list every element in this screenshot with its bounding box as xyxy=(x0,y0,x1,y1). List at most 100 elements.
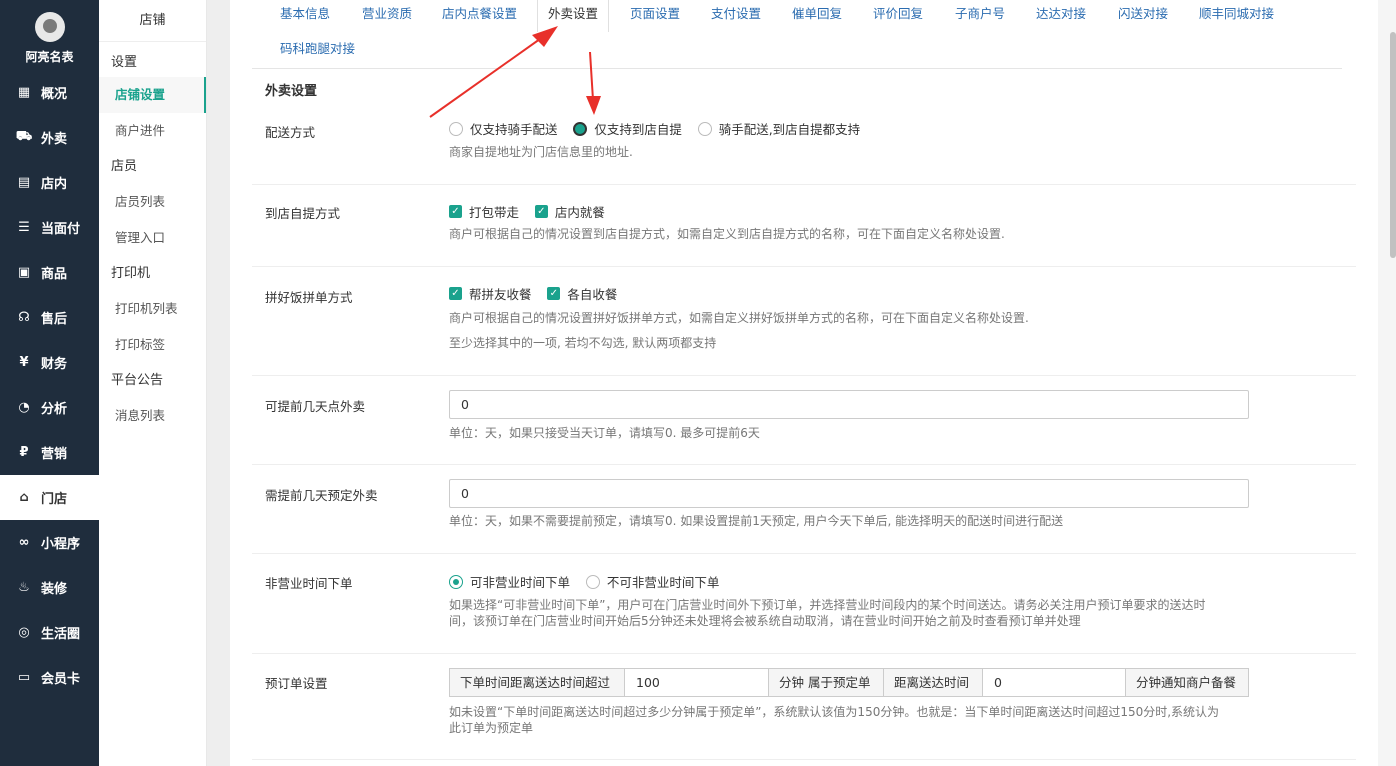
off-hours-label: 非营业时间下单 xyxy=(265,576,353,591)
radio-allow-off-hours[interactable]: 可非营业时间下单 xyxy=(449,572,570,591)
sidebar-item-finance[interactable]: ¥ 财务 xyxy=(0,340,99,385)
submenu-item-message-list[interactable]: 消息列表 xyxy=(99,398,206,434)
preorder-input-group: 下单时间距离送达时间超过 100 分钟 属于预定单 距离送达时间 0 分钟通知商… xyxy=(449,668,1249,697)
group-order-label: 拼好饭拼单方式 xyxy=(265,290,353,305)
submenu-item-print-label[interactable]: 打印标签 xyxy=(99,327,206,363)
sidebar-item-goods[interactable]: ▣ 商品 xyxy=(0,250,99,295)
sidebar-item-pay[interactable]: ☰ 当面付 xyxy=(0,205,99,250)
row-group-order: 拼好饭拼单方式 ✓ 帮拼友收餐 ✓ 各自收餐 商户可根据自己的情况设置拼好饭拼单方式… xyxy=(252,267,1356,376)
group-order-help: 商户可根据自己的情况设置拼好饭拼单方式，如需自定义拼好饭拼单方式的名称，可在下面… xyxy=(449,311,1029,325)
sidebar-item-overview[interactable]: ▦ 概况 xyxy=(0,70,99,115)
sidebar-item-label: 当面付 xyxy=(41,222,81,237)
radio-both[interactable]: 骑手配送,到店自提都支持 xyxy=(697,119,860,138)
avatar[interactable] xyxy=(34,12,65,42)
check-icon: ✓ xyxy=(449,287,462,300)
submenu-item-merchant-onboarding[interactable]: 商户进件 xyxy=(99,113,206,149)
submenu-item-store-settings[interactable]: 店铺设置 xyxy=(99,77,206,113)
check-icon: ✓ xyxy=(547,287,561,300)
tab-reminder-reply[interactable]: 催单回复 xyxy=(792,0,842,34)
submenu-item-admin-entry[interactable]: 管理入口 xyxy=(99,220,206,256)
preorder-addon-unit: 分钟 属于预定单 xyxy=(769,669,884,696)
sidebar-item-shop[interactable]: ⌂ 门店 xyxy=(0,475,99,520)
check-icon: ✓ xyxy=(449,205,462,218)
row-delivery-method: 配送方式 仅支持骑手配送 仅支持到店自提 骑手配送,到店自提都支持 商家自提地址… xyxy=(252,106,1356,185)
preorder-minutes-input[interactable]: 100 xyxy=(625,669,769,696)
sidebar-item-label: 会员卡 xyxy=(41,672,81,687)
secondary-menu: 店铺 设置 店铺设置 商户进件 店员 店员列表 管理入口 打印机 打印机列表 打… xyxy=(99,0,207,766)
tab-delivery-settings[interactable]: 外卖设置 xyxy=(537,0,610,32)
checkbox-collect-own[interactable]: ✓ 各自收餐 xyxy=(547,284,617,303)
sidebar-item-label: 装修 xyxy=(41,582,68,597)
preorder-notify-input[interactable]: 0 xyxy=(983,669,1126,696)
sidebar-item-label: 财务 xyxy=(41,357,68,372)
need-days-input[interactable]: 0 xyxy=(449,479,1249,508)
submenu-item-staff-list[interactable]: 店员列表 xyxy=(99,184,206,220)
checkbox-takeaway[interactable]: ✓ 打包带走 xyxy=(449,202,519,221)
store-icon: ▤ xyxy=(17,175,31,190)
page-scrollbar[interactable] xyxy=(1378,0,1396,766)
miniapp-icon: ∞ xyxy=(18,535,30,550)
radio-pickup-only[interactable]: 仅支持到店自提 xyxy=(573,119,682,138)
preorder-addon-notify: 距离送达时间 xyxy=(884,669,983,696)
sidebar-item-label: 营销 xyxy=(41,447,68,462)
row-advance-days: 可提前几天点外卖 0 单位：天，如果只接受当天订单，请填写0. 最多可提前6天 xyxy=(252,376,1356,465)
scrollbar-thumb[interactable] xyxy=(1390,32,1396,258)
submenu-group-settings: 设置 xyxy=(111,55,138,70)
delivery-method-label: 配送方式 xyxy=(265,125,316,140)
submenu-group-announcement: 平台公告 xyxy=(111,373,164,388)
advance-days-input[interactable]: 0 xyxy=(449,390,1249,419)
sidebar-item-marketing[interactable]: ₽ 营销 xyxy=(0,430,99,475)
sidebar-item-miniapp[interactable]: ∞ 小程序 xyxy=(0,520,99,565)
overview-icon: ▦ xyxy=(17,85,31,100)
radio-rider-only[interactable]: 仅支持骑手配送 xyxy=(449,119,558,138)
radio-disallow-off-hours[interactable]: 不可非营业时间下单 xyxy=(585,572,719,591)
need-days-help: 单位：天，如果不需要提前预定，请填写0. 如果设置提前1天预定, 用户今天下单后… xyxy=(449,514,1064,528)
tab-make-errand[interactable]: 码科跑腿对接 xyxy=(280,35,355,69)
brand[interactable]: 阿亮名表 xyxy=(0,0,99,70)
sidebar-item-decorate[interactable]: ♨ 装修 xyxy=(0,565,99,610)
check-icon: ✓ xyxy=(534,205,548,218)
tab-sf-intracity[interactable]: 顺丰同城对接 xyxy=(1199,0,1274,34)
analysis-icon: ◔ xyxy=(18,400,30,415)
need-days-label: 需提前几天预定外卖 xyxy=(265,488,378,503)
sidebar-item-life[interactable]: ◎ 生活圈 xyxy=(0,610,99,655)
sidebar-item-analysis[interactable]: ◔ 分析 xyxy=(0,385,99,430)
life-icon: ◎ xyxy=(18,625,30,640)
aftersale-icon: ☊ xyxy=(18,310,30,325)
tab-dine-in-settings[interactable]: 店内点餐设置 xyxy=(442,0,517,34)
sidebar-item-card[interactable]: ▭ 会员卡 xyxy=(0,655,99,700)
row-preorder: 预订单设置 下单时间距离送达时间超过 100 分钟 属于预定单 距离送达时间 0… xyxy=(252,654,1356,760)
preorder-label: 预订单设置 xyxy=(265,676,328,691)
tab-page-settings[interactable]: 页面设置 xyxy=(630,0,680,34)
checkbox-collect-for-others[interactable]: ✓ 帮拼友收餐 xyxy=(449,284,532,303)
sidebar-item-delivery[interactable]: ⛟ 外卖 xyxy=(0,115,99,160)
submenu-item-printer-list[interactable]: 打印机列表 xyxy=(99,291,206,327)
tab-sub-merchant[interactable]: 子商户号 xyxy=(955,0,1005,34)
settings-tabs: 基本信息 营业资质 店内点餐设置 外卖设置 页面设置 支付设置 催单回复 评价回… xyxy=(252,0,1342,69)
tab-review-reply[interactable]: 评价回复 xyxy=(873,0,923,34)
tab-basic-info[interactable]: 基本信息 xyxy=(280,0,330,34)
sidebar-item-label: 售后 xyxy=(41,312,68,327)
marketing-icon: ₽ xyxy=(19,445,29,460)
sidebar-item-label: 小程序 xyxy=(41,537,81,552)
submenu-group-printer: 打印机 xyxy=(111,266,151,281)
tab-shansong[interactable]: 闪送对接 xyxy=(1118,0,1168,34)
sidebar-item-store[interactable]: ▤ 店内 xyxy=(0,160,99,205)
preorder-addon-notify-unit: 分钟通知商户备餐 xyxy=(1126,669,1248,696)
off-hours-help-2: 间，该预订单在门店营业时间开始后5分钟还未处理将会被系统自动取消，请在营业时间开… xyxy=(449,614,1081,628)
goods-icon: ▣ xyxy=(17,265,31,280)
main-content: 基本信息 营业资质 店内点餐设置 外卖设置 页面设置 支付设置 催单回复 评价回… xyxy=(230,0,1378,766)
pay-icon: ☰ xyxy=(18,220,30,235)
row-need-days: 需提前几天预定外卖 0 单位：天，如果不需要提前预定，请填写0. 如果设置提前1… xyxy=(252,465,1356,554)
group-order-note: 至少选择其中的一项, 若均不勾选, 默认两项都支持 xyxy=(449,336,717,350)
tab-payment-settings[interactable]: 支付设置 xyxy=(711,0,761,34)
tab-business-license[interactable]: 营业资质 xyxy=(362,0,412,34)
section-title: 外卖设置 xyxy=(265,84,318,99)
content-gutter xyxy=(207,0,230,766)
checkbox-dine-in[interactable]: ✓ 店内就餐 xyxy=(534,202,605,221)
tab-dada[interactable]: 达达对接 xyxy=(1036,0,1086,34)
pickup-method-label: 到店自提方式 xyxy=(265,206,341,221)
sidebar-item-aftersale[interactable]: ☊ 售后 xyxy=(0,295,99,340)
submenu-title: 店铺 xyxy=(99,0,206,42)
advance-days-label: 可提前几天点外卖 xyxy=(265,399,366,414)
